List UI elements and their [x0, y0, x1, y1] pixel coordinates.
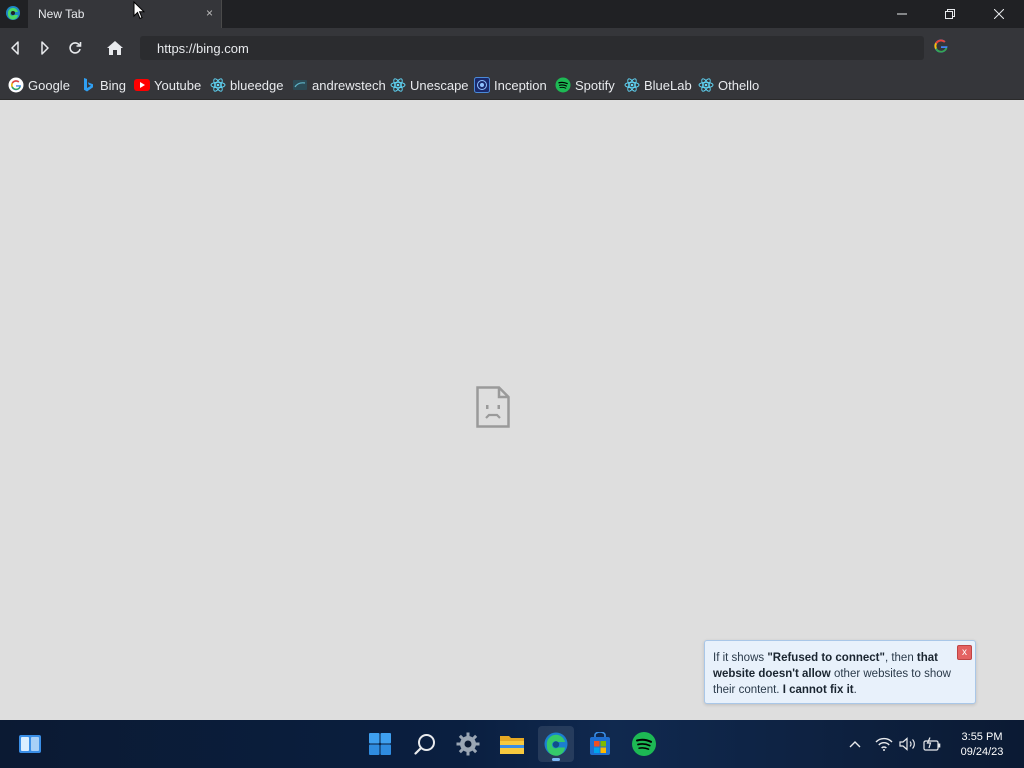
close-icon[interactable] [976, 0, 1022, 28]
bookmark-spotify[interactable]: Spotify [555, 76, 615, 94]
bookmark-andrewstech[interactable]: andrewstech [292, 76, 386, 94]
spotify-taskbar-icon[interactable] [626, 726, 662, 762]
minimize-icon[interactable] [879, 0, 925, 28]
wifi-icon[interactable] [874, 734, 894, 754]
url-text: https://bing.com [157, 41, 249, 56]
bookmark-label: Unescape [410, 77, 469, 93]
youtube-icon [134, 77, 150, 93]
start-icon[interactable] [362, 726, 398, 762]
react-icon [624, 77, 640, 93]
bookmark-label: Youtube [154, 77, 202, 93]
andrewstech-icon [292, 77, 308, 93]
active-app-indicator [552, 758, 560, 761]
bookmark-youtube[interactable]: Youtube [134, 76, 201, 94]
bookmark-unescape[interactable]: Unescape [390, 76, 469, 94]
page-content: If it shows "Refused to connect", then t… [0, 100, 1024, 720]
bookmark-bluelab[interactable]: BlueLab [624, 76, 692, 94]
taskbar: 3:55 PM 09/24/23 [0, 720, 1024, 768]
sad-document-icon [476, 386, 510, 428]
inception-icon [474, 77, 490, 93]
toast-close-button[interactable]: x [957, 645, 972, 660]
address-bar[interactable]: https://bing.com [140, 36, 924, 60]
bookmark-label: blueedge [230, 77, 284, 93]
browser-logo-icon [5, 5, 21, 21]
bookmark-label: andrewstech [312, 77, 386, 93]
spotify-icon [555, 77, 571, 93]
react-icon [210, 77, 226, 93]
bookmark-label: BlueLab [644, 77, 692, 93]
react-icon [390, 77, 406, 93]
mouse-cursor-icon [133, 0, 146, 20]
info-toast: If it shows "Refused to connect", then t… [704, 640, 976, 704]
clock-date: 09/24/23 [960, 746, 1004, 758]
react-icon [698, 77, 714, 93]
taskbar-clock[interactable]: 3:55 PM 09/24/23 [950, 730, 1014, 760]
settings-icon[interactable] [450, 726, 486, 762]
bookmark-google[interactable]: Google [8, 76, 70, 94]
bookmark-inception[interactable]: Inception [474, 76, 547, 94]
bookmarks-bar: Google Bing Youtube blueedge andrewstech… [0, 68, 1024, 100]
widgets-icon[interactable] [12, 726, 48, 762]
reload-icon[interactable] [64, 37, 86, 59]
bing-icon [80, 77, 96, 93]
bookmark-othello[interactable]: Othello [698, 76, 759, 94]
bookmark-label: Inception [494, 77, 547, 93]
home-icon[interactable] [104, 37, 126, 59]
store-icon[interactable] [582, 726, 618, 762]
toast-message: If it shows "Refused to connect", then t… [713, 652, 951, 696]
tab-title: New Tab [38, 7, 85, 21]
google-icon [8, 77, 24, 93]
tab-close-icon[interactable]: × [206, 6, 213, 20]
bookmark-bing[interactable]: Bing [80, 76, 126, 94]
chevron-up-icon[interactable] [848, 734, 862, 754]
bookmark-label: Spotify [575, 77, 615, 93]
restore-icon[interactable] [927, 0, 973, 28]
clock-time: 3:55 PM [961, 731, 1003, 743]
tab-new-tab[interactable]: New Tab × [28, 0, 222, 28]
forward-icon[interactable] [34, 37, 56, 59]
battery-charging-icon[interactable] [922, 734, 942, 754]
title-bar: New Tab × [0, 0, 1024, 28]
back-icon[interactable] [4, 37, 26, 59]
navigation-bar: https://bing.com [0, 28, 1024, 68]
google-search-icon[interactable] [933, 38, 951, 56]
bookmark-label: Google [28, 77, 70, 93]
search-icon[interactable] [407, 726, 443, 762]
bookmark-label: Bing [100, 77, 127, 93]
file-explorer-icon[interactable] [494, 726, 530, 762]
bookmark-label: Othello [718, 77, 760, 93]
bookmark-blueedge[interactable]: blueedge [210, 76, 284, 94]
volume-icon[interactable] [898, 734, 918, 754]
edge-icon[interactable] [538, 726, 574, 762]
